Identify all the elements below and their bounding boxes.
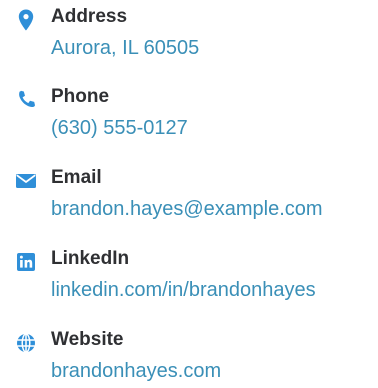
- envelope-icon: [14, 169, 38, 193]
- contact-item-website: Website brandonhayes.com: [0, 323, 378, 387]
- contact-item-email: Email brandon.hayes@example.com: [0, 161, 378, 225]
- contact-list: Address Aurora, IL 60505 Phone (630) 555…: [0, 0, 378, 388]
- contact-item-phone: Phone (630) 555-0127: [0, 80, 378, 144]
- email-label: Email: [51, 167, 102, 188]
- contact-item-address: Address Aurora, IL 60505: [0, 0, 378, 64]
- phone-label: Phone: [51, 86, 110, 107]
- address-value: Aurora, IL 60505: [51, 37, 200, 59]
- phone-icon: [14, 88, 38, 112]
- email-address-link[interactable]: brandon.hayes@example.com: [51, 195, 323, 223]
- website-label: Website: [51, 329, 124, 350]
- phone-number[interactable]: (630) 555-0127: [51, 114, 188, 142]
- contact-item-linkedin: LinkedIn linkedin.com/in/brandonhayes: [0, 242, 378, 306]
- linkedin-profile-link[interactable]: linkedin.com/in/brandonhayes: [51, 276, 316, 304]
- address-label: Address: [51, 6, 128, 27]
- website-link[interactable]: brandonhayes.com: [51, 357, 221, 385]
- linkedin-label: LinkedIn: [51, 248, 130, 269]
- location-pin-icon: [14, 8, 38, 32]
- linkedin-icon: [14, 250, 38, 274]
- globe-icon: [14, 331, 38, 355]
